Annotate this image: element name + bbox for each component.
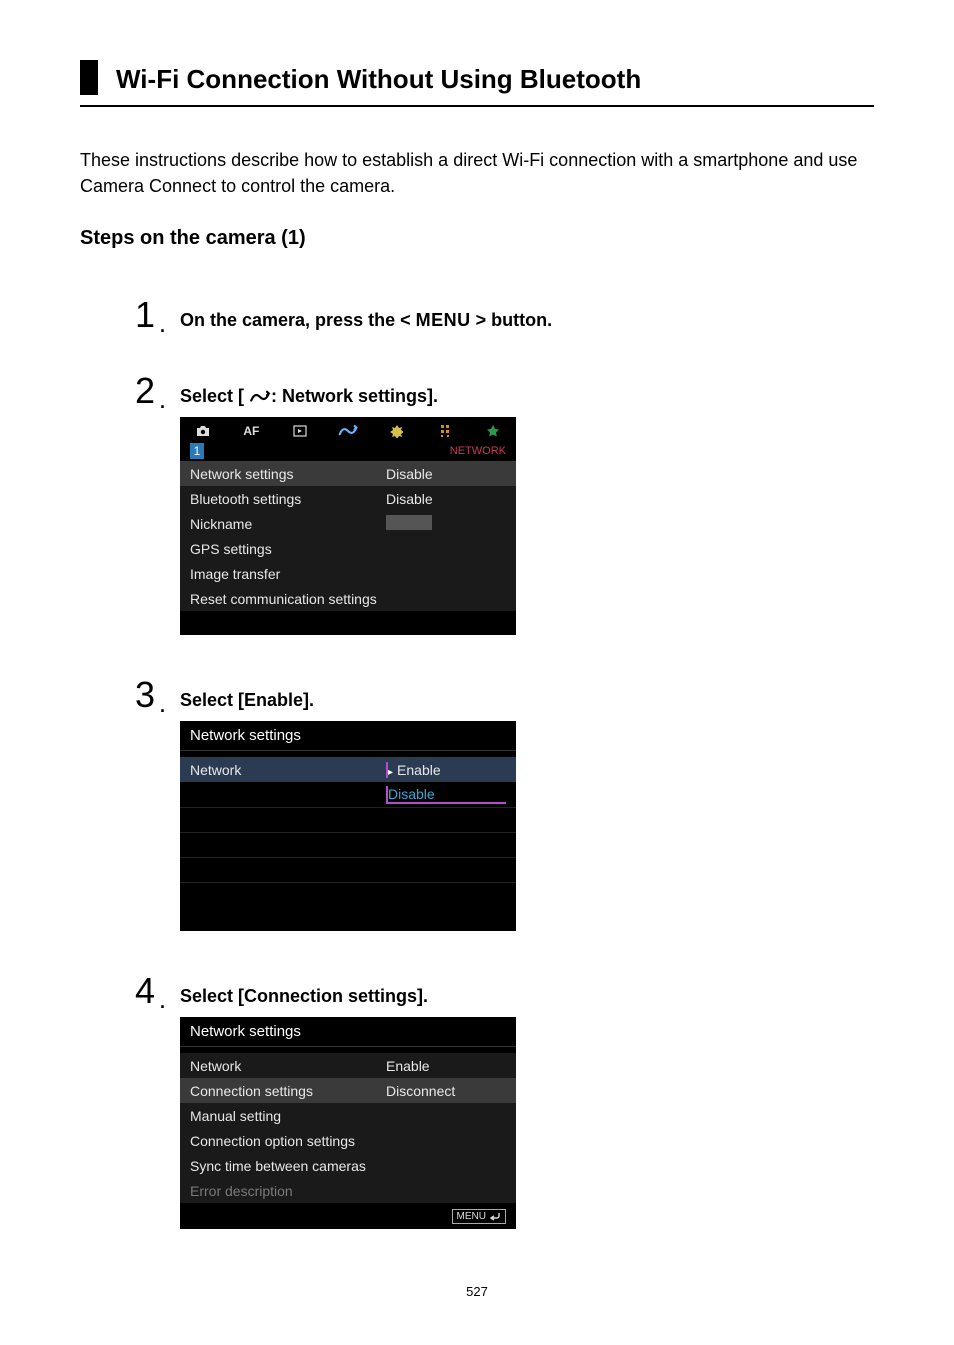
step-number: 3 — [135, 674, 155, 716]
return-icon — [489, 1211, 501, 1221]
nickname-blur-box — [386, 515, 432, 530]
page-title-block: Wi-Fi Connection Without Using Bluetooth — [80, 60, 874, 107]
step-4: 4 . Select [Connection settings]. Networ… — [180, 986, 874, 1229]
menu-row-disable[interactable]: Disable — [180, 782, 516, 807]
step-dot: . — [160, 696, 165, 717]
menu-row-label: Nickname — [190, 516, 386, 532]
step-4-title: Select [Connection settings]. — [180, 986, 874, 1007]
menu-row-label: Manual setting — [190, 1108, 386, 1124]
step-number: 4 — [135, 970, 155, 1012]
menu-row-connection-settings[interactable]: Connection settings Disconnect — [180, 1078, 516, 1103]
menu-row-error-desc: Error description — [180, 1178, 516, 1203]
network-icon — [249, 390, 271, 404]
steps-heading: Steps on the camera (1) — [80, 227, 874, 250]
step-3: 3 . Select [Enable]. Network settings Ne… — [180, 690, 874, 931]
step-1-suffix: > button. — [471, 310, 552, 330]
menu-row-value: Disable — [386, 466, 506, 482]
menu-row-value: Disconnect — [386, 1083, 506, 1099]
camera-tab-network-icon — [335, 424, 361, 438]
menu-row-bluetooth-settings[interactable]: Bluetooth settings Disable — [180, 486, 516, 511]
menu-row-label: Network — [190, 1058, 386, 1074]
menu-row-nickname[interactable]: Nickname — [180, 511, 516, 536]
camera-tab-setup-icon — [383, 424, 409, 438]
camera-tab-custom-icon — [432, 424, 458, 438]
menu-row-network[interactable]: Network Enable — [180, 757, 516, 782]
menu-row-network[interactable]: Network Enable — [180, 1053, 516, 1078]
menu-row-sync-time[interactable]: Sync time between cameras — [180, 1153, 516, 1178]
camera-subtab-page: 1 — [190, 443, 204, 459]
step-number: 2 — [135, 370, 155, 412]
step-2-prefix: Select [ — [180, 386, 249, 406]
step-2: 2 . Select [ : Network settings]. AF 1 N… — [180, 386, 874, 635]
step-2-title: Select [ : Network settings]. — [180, 386, 874, 407]
camera-screen-header: Network settings — [180, 1017, 516, 1047]
menu-button-label: MENU — [416, 310, 471, 330]
step-dot: . — [160, 392, 165, 413]
title-accent — [80, 60, 98, 95]
step-number: 1 — [135, 294, 155, 336]
step-1-title: On the camera, press the < MENU > button… — [180, 310, 874, 331]
camera-screen-network-tab: AF 1 NETWORK Network settings Disable Bl… — [180, 417, 516, 635]
camera-subtab-label: NETWORK — [450, 445, 506, 457]
page-title: Wi-Fi Connection Without Using Bluetooth — [116, 60, 641, 95]
menu-row-image-transfer[interactable]: Image transfer — [180, 561, 516, 586]
camera-screen-conn-settings: Network settings Network Enable Connecti… — [180, 1017, 516, 1229]
camera-top-tabs: AF — [180, 417, 516, 441]
menu-row-label: Network — [190, 762, 386, 778]
menu-row-value: Enable — [386, 1058, 506, 1074]
camera-subtab-row: 1 NETWORK — [180, 441, 516, 461]
blank-row — [180, 807, 516, 832]
step-1: 1 . On the camera, press the < MENU > bu… — [180, 310, 874, 331]
menu-row-manual-setting[interactable]: Manual setting — [180, 1103, 516, 1128]
camera-footer: MENU — [180, 1203, 516, 1229]
menu-row-reset-comm[interactable]: Reset communication settings — [180, 586, 516, 611]
blank-row — [180, 882, 516, 907]
page-number: 527 — [80, 1284, 874, 1299]
menu-row-value — [386, 515, 506, 533]
menu-row-value: Disable — [386, 491, 506, 507]
menu-row-network-settings[interactable]: Network settings Disable — [180, 461, 516, 486]
menu-row-label: GPS settings — [190, 541, 386, 557]
camera-tab-af: AF — [238, 424, 264, 438]
camera-tab-shoot-icon — [190, 425, 216, 437]
menu-row-label: Error description — [190, 1183, 386, 1199]
step-1-prefix: On the camera, press the < — [180, 310, 416, 330]
menu-option-disable[interactable]: Disable — [388, 786, 435, 802]
menu-row-label: Connection option settings — [190, 1133, 386, 1149]
menu-back-badge[interactable]: MENU — [452, 1209, 506, 1224]
camera-screen-enable: Network settings Network Enable Disable — [180, 721, 516, 931]
step-2-suffix: : Network settings]. — [271, 386, 438, 406]
step-3-title: Select [Enable]. — [180, 690, 874, 711]
camera-screen-bottom — [180, 907, 516, 931]
menu-row-label: Network settings — [190, 466, 386, 482]
blank-row — [180, 857, 516, 882]
intro-paragraph: These instructions describe how to estab… — [80, 147, 874, 199]
camera-screen-header: Network settings — [180, 721, 516, 751]
menu-row-conn-option[interactable]: Connection option settings — [180, 1128, 516, 1153]
camera-tab-mymenu-icon — [480, 424, 506, 438]
step-dot: . — [160, 316, 165, 337]
menu-badge-label: MENU — [457, 1211, 486, 1222]
camera-screen-bottom — [180, 611, 516, 635]
menu-row-gps-settings[interactable]: GPS settings — [180, 536, 516, 561]
menu-row-label: Sync time between cameras — [190, 1158, 386, 1174]
step-dot: . — [160, 992, 165, 1013]
blank-row — [180, 832, 516, 857]
camera-tab-playback-icon — [287, 425, 313, 437]
menu-row-label: Image transfer — [190, 566, 386, 582]
menu-row-label: Connection settings — [190, 1083, 386, 1099]
menu-option-enable[interactable]: Enable — [388, 762, 441, 778]
menu-row-label: Reset communication settings — [190, 591, 386, 607]
menu-row-label: Bluetooth settings — [190, 491, 386, 507]
